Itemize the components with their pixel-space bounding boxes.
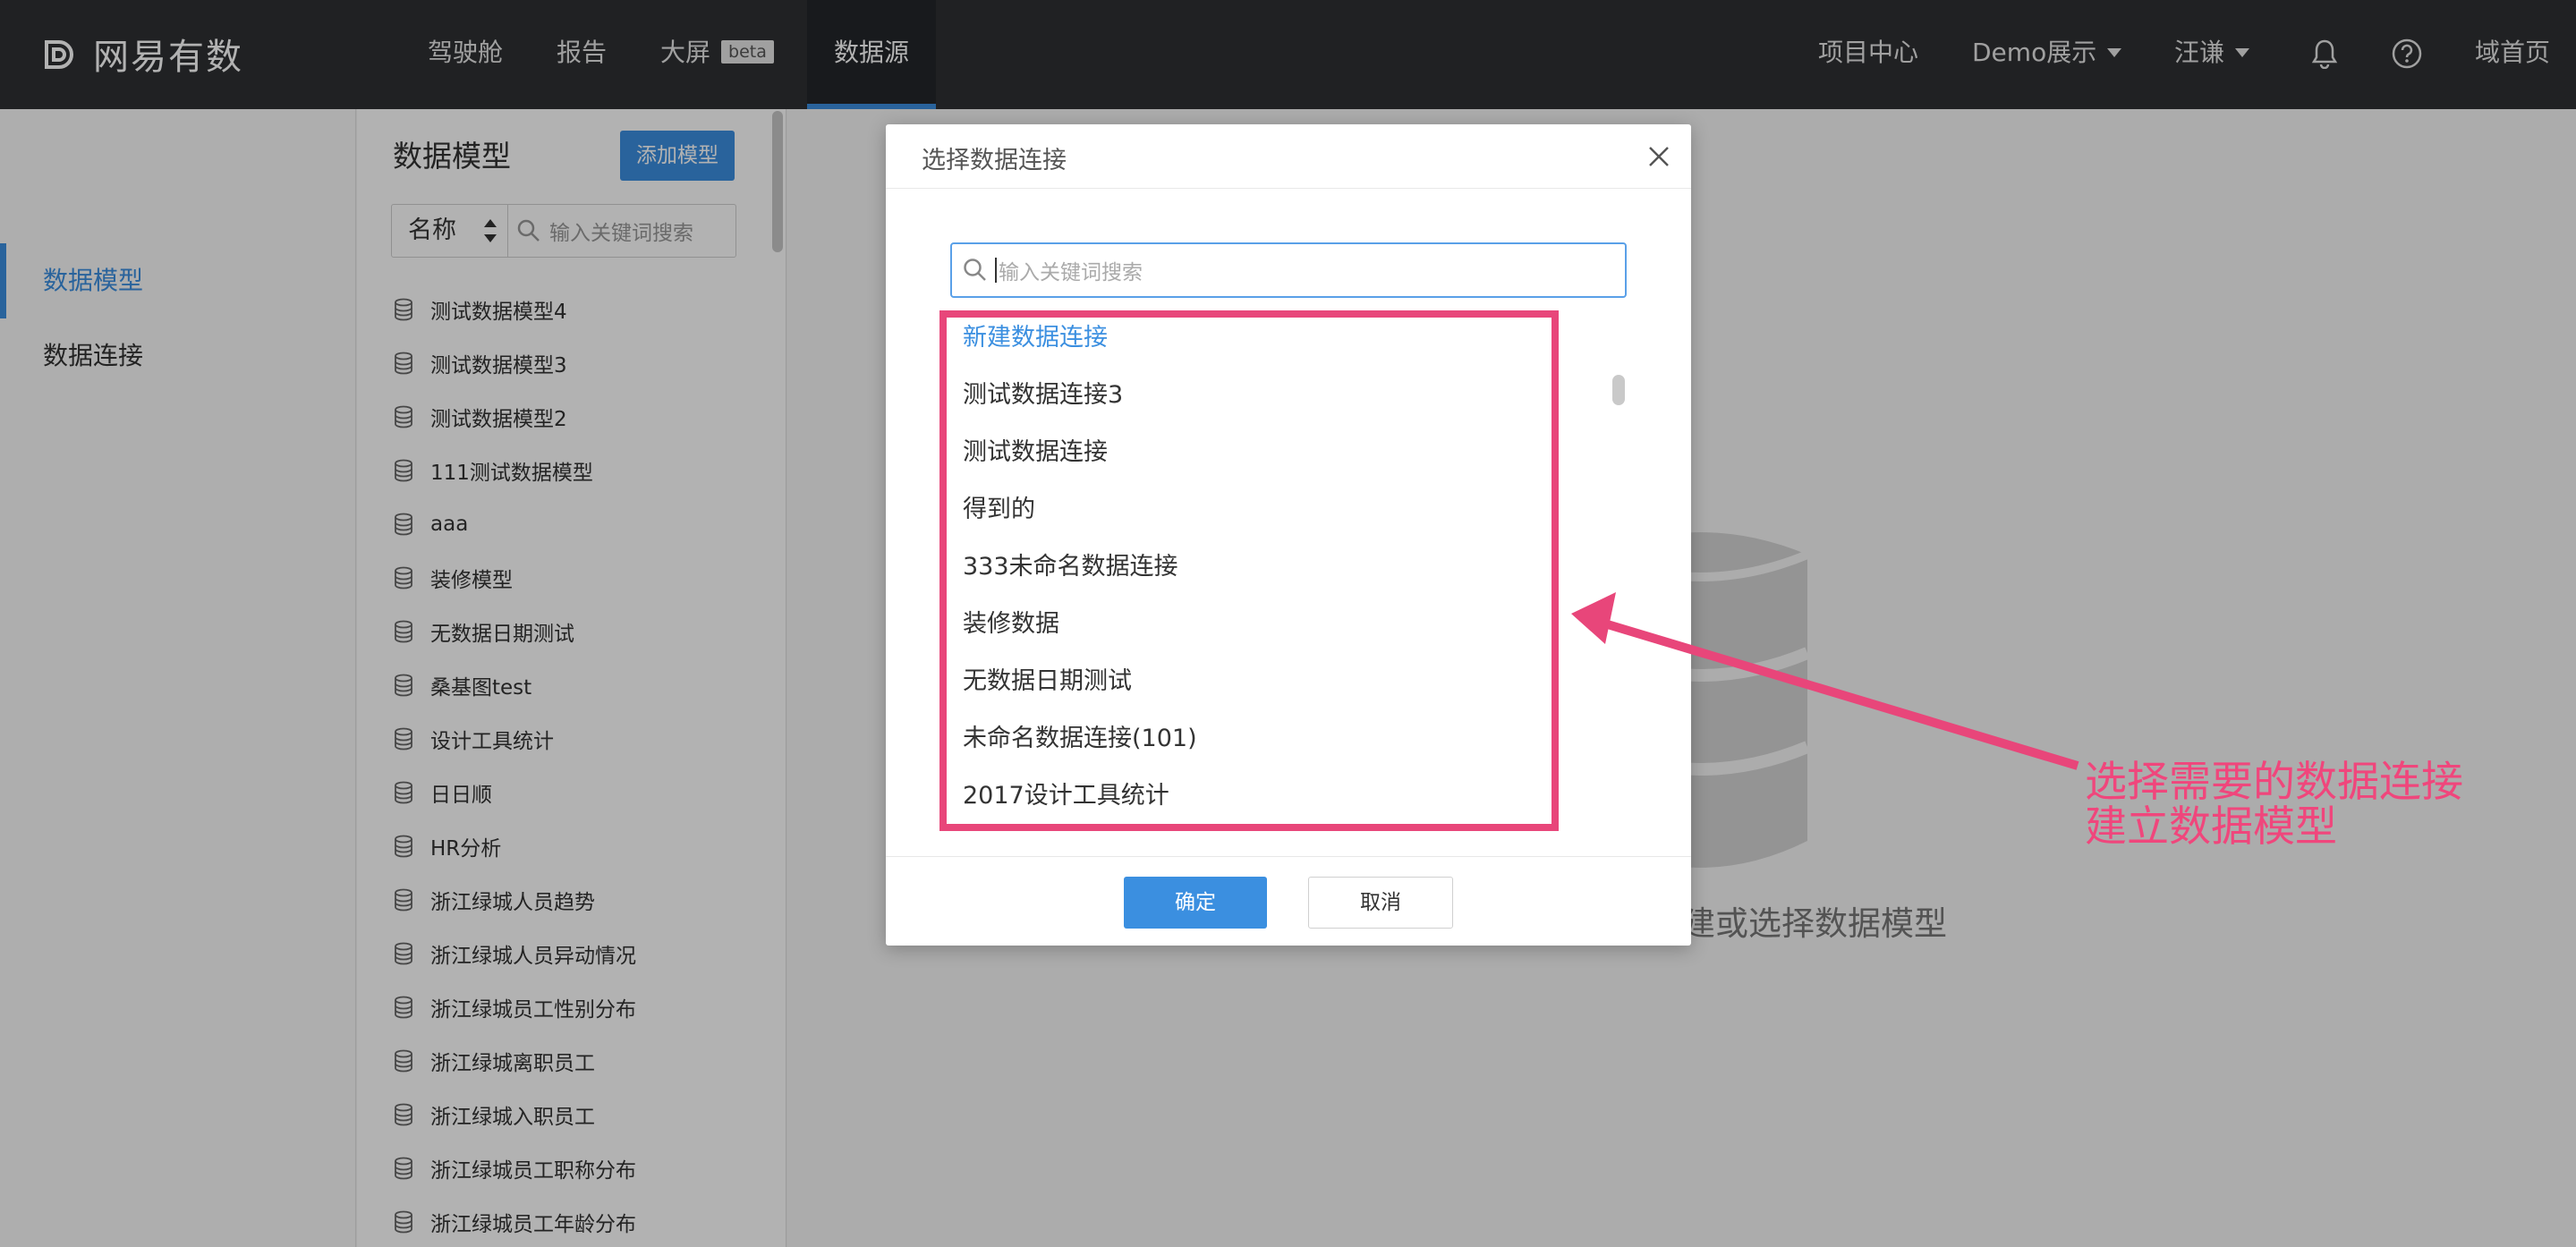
connection-search-input[interactable]: 输入关键词搜索 [950,242,1627,298]
cancel-button[interactable]: 取消 [1308,877,1453,929]
annotation-text: 选择需要的数据连接 建立数据模型 [2085,760,2463,850]
text-cursor [995,258,997,283]
annotation-highlight-box [939,310,1559,831]
modal-footer: 确定 取消 [886,856,1691,946]
modal-header: 选择数据连接 [886,124,1691,189]
annotation-line-2: 建立数据模型 [2085,802,2337,852]
connection-search-placeholder: 输入关键词搜索 [999,261,1143,284]
connection-list-scrollbar[interactable] [1612,375,1625,405]
modal-title: 选择数据连接 [922,147,1067,174]
search-icon [964,259,986,281]
annotation-line-1: 选择需要的数据连接 [2085,758,2463,807]
confirm-button[interactable]: 确定 [1124,877,1267,929]
close-icon[interactable] [1645,142,1673,171]
